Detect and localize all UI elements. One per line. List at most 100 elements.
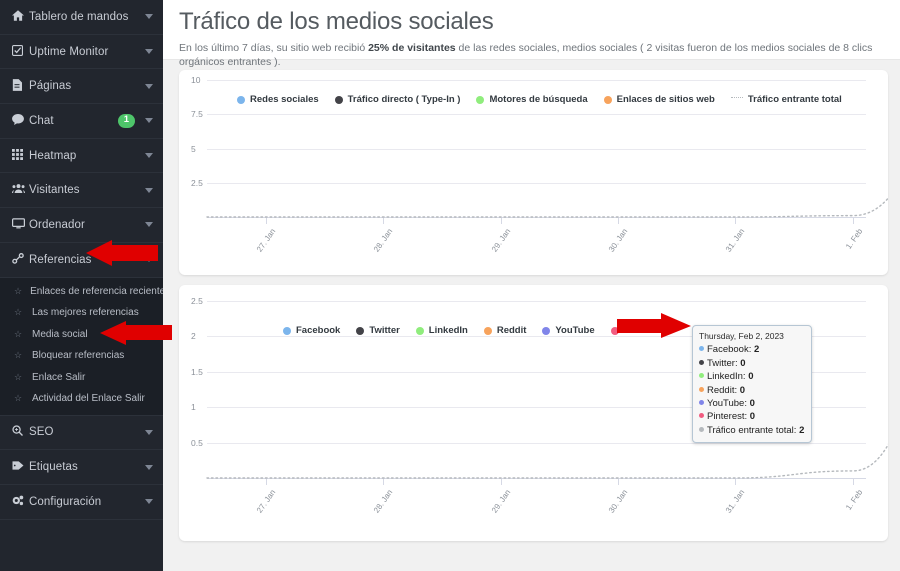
legend-item-facebook[interactable]: Facebook: [283, 325, 340, 336]
sidebar-item-visitantes[interactable]: Visitantes: [0, 173, 163, 209]
tooltip-row: LinkedIn: 0: [699, 370, 804, 383]
sidebar-subitem-enlaces-de-referencia-recientes[interactable]: ☆ Enlaces de referencia recientes: [0, 281, 163, 303]
legend-item-enlaces-de-sitios-web[interactable]: Enlaces de sitios web: [603, 94, 715, 105]
tooltip-series-value: 0: [740, 357, 746, 369]
legend-dotted-line-icon: [730, 97, 743, 98]
sidebar-nav-secondary: SEO Etiquetas Configuración: [0, 416, 163, 520]
file-icon: [12, 78, 29, 94]
chevron-down-icon[interactable]: [145, 187, 153, 193]
sidebar-subitem-label: Actividad del Enlace Salir: [32, 393, 145, 405]
page-header: Tráfico de los medios sociales En los úl…: [163, 0, 900, 68]
home-icon: [12, 10, 29, 24]
sidebar-subitem-label: Enlaces de referencia recientes: [30, 285, 163, 297]
tooltip-color-dot: [699, 373, 704, 379]
sidebar-item-etiquetas[interactable]: Etiquetas: [0, 450, 163, 485]
sidebar-item-seo[interactable]: SEO: [0, 416, 163, 451]
sidebar: Tablero de mandos Uptime Monitor Páginas…: [0, 0, 163, 571]
tooltip-series-label: Facebook: [707, 344, 749, 356]
legend-item-motores-de-b-squeda[interactable]: Motores de búsqueda: [476, 94, 588, 105]
sidebar-item-label: Ordenador: [29, 218, 85, 231]
subtitle-highlight: 25% de visitantes: [368, 41, 456, 54]
tooltip-date: Thursday, Feb 2, 2023: [699, 331, 784, 341]
tooltip-series-value: 0: [739, 384, 746, 396]
sidebar-item-label: SEO: [29, 426, 54, 439]
chart-tooltip: Thursday, Feb 2, 2023 Facebook: 2 Twitte…: [692, 325, 813, 444]
legend-item-trafico-entrante-total[interactable]: Tráfico entrante total: [730, 94, 842, 105]
legend-label: Tráfico directo ( Type-In ): [347, 94, 461, 105]
chart-legend: Redes sociales Tráfico directo ( Type-In…: [237, 94, 842, 105]
sidebar-item-ordenador[interactable]: Ordenador: [0, 208, 163, 243]
gear-icon: [12, 495, 29, 509]
sidebar-nav-primary: Tablero de mandos Uptime Monitor Páginas…: [0, 0, 163, 278]
chart-traffic-sources: 2.5 5 7.5 10 27. Jan 28. Jan 29. Jan 30. Jan 31.…: [179, 70, 888, 275]
legend-item-redes-sociales[interactable]: Redes sociales: [237, 94, 319, 105]
legend-color-dot: [334, 95, 343, 104]
chevron-down-icon[interactable]: [145, 222, 153, 228]
chevron-down-icon[interactable]: [145, 153, 153, 159]
tooltip-series-label: Twitter: [707, 357, 735, 369]
sidebar-submenu-referencias: ☆ Enlaces de referencia recientes ☆ Las …: [0, 277, 163, 416]
tooltip-series-value: 0: [749, 411, 756, 423]
sidebar-subitem-label: Las mejores referencias: [32, 307, 139, 319]
sidebar-item-chat[interactable]: Chat 1: [0, 104, 163, 139]
legend-item-tr-fico-directo-type-in[interactable]: Tráfico directo ( Type-In ): [334, 94, 461, 105]
legend-label: Twitter: [369, 325, 400, 336]
sidebar-item-label: Heatmap: [29, 149, 77, 162]
sidebar-item-uptime-monitor[interactable]: Uptime Monitor: [0, 35, 163, 70]
sidebar-subitem-label: Media social: [32, 328, 88, 340]
sidebar-item-label: Chat: [29, 114, 54, 127]
arrow-referencias-icon: [86, 240, 158, 266]
legend-color-dot: [476, 95, 485, 104]
search-icon: [12, 425, 29, 439]
legend-item-twitter[interactable]: Twitter: [356, 325, 400, 336]
tooltip-series-label: YouTube: [707, 398, 745, 409]
star-icon: ☆: [14, 307, 23, 318]
app-root: Tablero de mandos Uptime Monitor Páginas…: [0, 0, 900, 571]
sidebar-subitem-label: Bloquear referencias: [32, 350, 125, 362]
legend-label: Reddit: [496, 325, 527, 336]
star-icon: ☆: [14, 350, 23, 361]
subtitle-pre: En los último 7 días, su sitio web recib…: [179, 41, 369, 54]
legend-color-dot: [283, 326, 291, 335]
tooltip-row: Tráfico entrante total: 2: [699, 424, 804, 437]
check-square-icon: [11, 44, 29, 59]
sidebar-subitem-bloquear-referencias[interactable]: ☆ Bloquear referencias: [0, 345, 163, 367]
sidebar-subitem-label: Enlace Salir: [32, 371, 86, 383]
chevron-down-icon[interactable]: [145, 118, 153, 124]
tooltip-series-value: 0: [749, 398, 755, 409]
chevron-down-icon[interactable]: [145, 499, 153, 505]
sidebar-item-label: Páginas: [29, 80, 72, 93]
tooltip-row: Facebook: 2: [699, 343, 804, 356]
legend-label: Tráfico entrante total: [747, 94, 842, 105]
legend-color-dot: [237, 95, 245, 104]
chevron-down-icon[interactable]: [145, 14, 153, 20]
chart-legend: Facebook Twitter LinkedIn Reddit YouTube…: [283, 325, 664, 336]
chat-icon: [12, 113, 29, 128]
chevron-down-icon[interactable]: [145, 464, 153, 470]
tooltip-series-label: Reddit: [707, 384, 735, 396]
sidebar-item-label: Tablero de mandos: [29, 10, 129, 23]
legend-item-reddit[interactable]: Reddit: [483, 325, 527, 336]
chevron-down-icon[interactable]: [145, 83, 153, 89]
tooltip-row: YouTube: 0: [699, 397, 804, 410]
sidebar-item-label: Etiquetas: [29, 461, 78, 474]
sidebar-item-heatmap[interactable]: Heatmap: [0, 139, 163, 174]
tooltip-series-label: Tráfico entrante total: [707, 424, 794, 436]
tooltip-row: Pinterest: 0: [699, 410, 804, 423]
sidebar-item-configuraci-n[interactable]: Configuración: [0, 485, 163, 520]
tooltip-color-dot: [699, 346, 704, 352]
star-icon: ☆: [14, 285, 23, 296]
legend-item-linkedin[interactable]: LinkedIn: [415, 325, 468, 336]
sidebar-item-p-ginas[interactable]: Páginas: [0, 69, 163, 105]
sidebar-subitem-actividad-del-enlace-salir[interactable]: ☆ Actividad del Enlace Salir: [0, 388, 163, 410]
legend-label: Facebook: [296, 325, 341, 336]
legend-color-dot: [483, 326, 492, 335]
sidebar-subitem-enlace-salir[interactable]: ☆ Enlace Salir: [0, 367, 163, 389]
legend-item-youtube[interactable]: YouTube: [542, 325, 595, 336]
legend-label: LinkedIn: [428, 325, 468, 336]
chevron-down-icon[interactable]: [145, 49, 153, 55]
page-subtitle: En los último 7 días, su sitio web recib…: [179, 41, 882, 69]
chevron-down-icon[interactable]: [145, 429, 153, 435]
sidebar-item-tablero-de-mandos[interactable]: Tablero de mandos: [0, 0, 163, 35]
link-icon: [12, 252, 29, 267]
